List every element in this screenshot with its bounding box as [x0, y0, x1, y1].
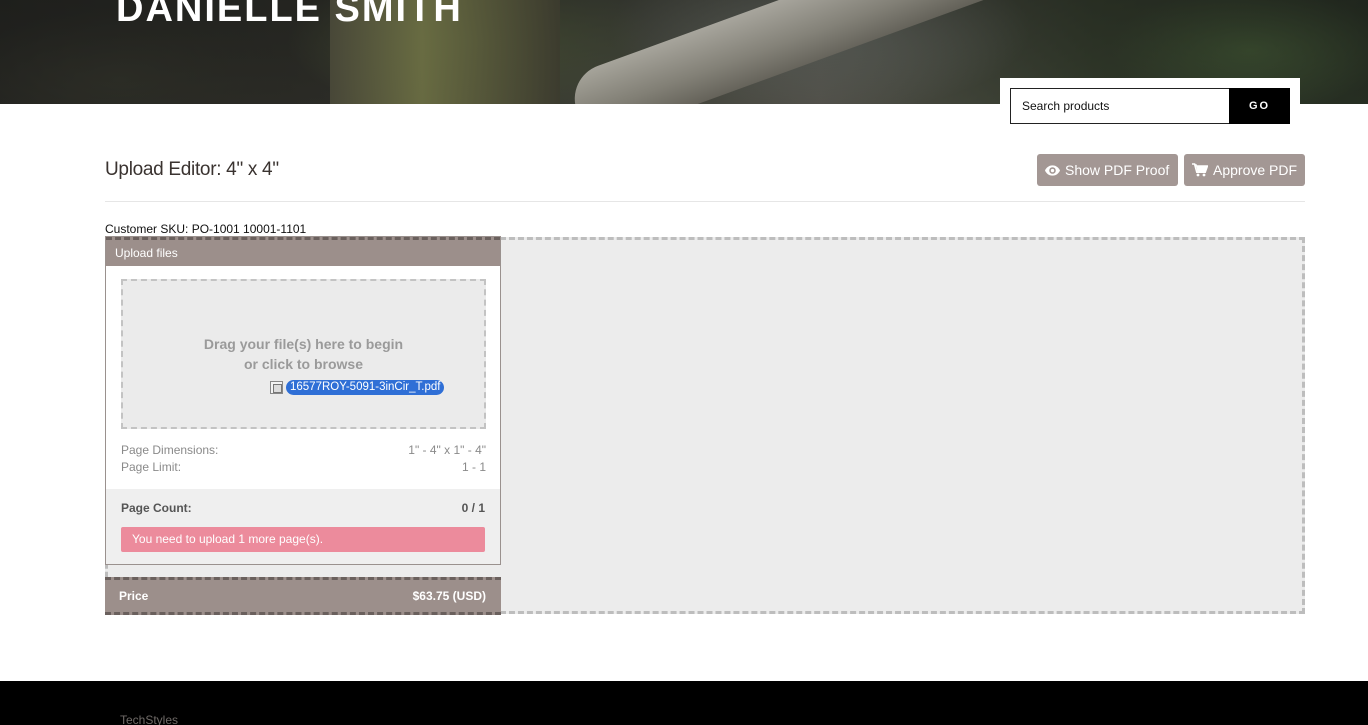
- page-count-value: 0 / 1: [461, 501, 485, 515]
- footer: TechStyles: [0, 681, 1368, 725]
- file-dropzone[interactable]: Drag your file(s) here to begin or click…: [121, 279, 486, 429]
- footer-brand: TechStyles: [120, 713, 179, 725]
- upload-panel-title: Upload files: [115, 246, 178, 260]
- search-box: Search products GO: [1000, 78, 1300, 134]
- page-title: Upload Editor: 4" x 4": [105, 159, 279, 180]
- upload-panel: Upload files Drag your file(s) here to b…: [105, 236, 501, 565]
- upload-alert: You need to upload 1 more page(s).: [121, 527, 485, 552]
- price-value: $63.75 (USD): [412, 589, 486, 603]
- page-count-box: Page Count: 0 / 1 You need to upload 1 m…: [106, 489, 500, 564]
- show-pdf-proof-label: Show PDF Proof: [1065, 162, 1170, 178]
- dragged-file[interactable]: 16577ROY-5091-3inCir_T.pdf: [270, 379, 445, 395]
- page-limit-row: Page Limit: 1 - 1: [121, 460, 486, 474]
- price-bar: Price $63.75 (USD): [105, 577, 501, 615]
- upload-panel-header: Upload files: [106, 237, 500, 266]
- show-pdf-proof-button[interactable]: Show PDF Proof: [1037, 154, 1178, 186]
- customer-sku: Customer SKU: PO-1001 10001-1101: [105, 222, 307, 236]
- approve-pdf-label: Approve PDF: [1213, 162, 1298, 178]
- eye-icon: [1045, 164, 1060, 176]
- page-limit-value: 1 - 1: [461, 460, 486, 474]
- dragged-file-name: 16577ROY-5091-3inCir_T.pdf: [286, 379, 445, 395]
- page-count-label: Page Count:: [121, 501, 192, 515]
- page-limit-label: Page Limit:: [121, 460, 182, 474]
- file-icon: [270, 380, 283, 394]
- search-go-button[interactable]: GO: [1229, 88, 1290, 124]
- price-label: Price: [119, 589, 149, 603]
- divider: [105, 201, 1305, 202]
- site-title: DANIELLE SMITH: [116, 0, 463, 30]
- page-count-row: Page Count: 0 / 1: [121, 501, 485, 515]
- cart-icon: [1192, 163, 1208, 177]
- search-input[interactable]: Search products: [1010, 88, 1230, 124]
- approve-pdf-button[interactable]: Approve PDF: [1184, 154, 1305, 186]
- page-dimensions-value: 1" - 4" x 1" - 4": [408, 443, 486, 457]
- page-dimensions-label: Page Dimensions:: [121, 443, 219, 457]
- page-dimensions-row: Page Dimensions: 1" - 4" x 1" - 4": [121, 443, 486, 457]
- drop-instruction-line-1: Drag your file(s) here to begin: [203, 336, 404, 352]
- drop-instruction-line-2: or click to browse: [243, 356, 364, 372]
